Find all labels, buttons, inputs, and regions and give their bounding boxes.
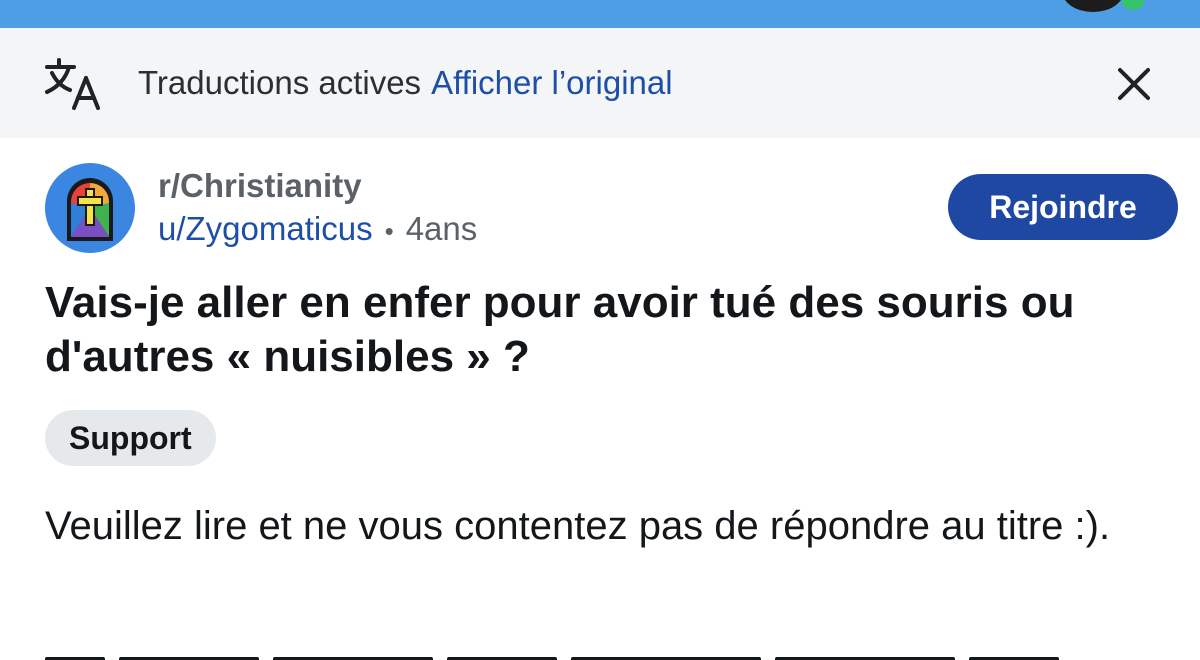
post-body: Veuillez lire et ne vous contentez pas d… <box>45 504 1111 548</box>
subreddit-name[interactable]: r/Christianity <box>158 166 362 206</box>
post-age: 4ans <box>405 210 478 247</box>
online-status-dot <box>1122 0 1144 10</box>
clipped-text-line <box>45 652 1145 660</box>
translate-icon <box>45 58 100 110</box>
translation-status-text: Traductions actives <box>138 64 422 101</box>
close-icon[interactable] <box>1114 64 1154 104</box>
post-title[interactable]: Vais-je aller en enfer pour avoir tué de… <box>45 276 1155 384</box>
join-button[interactable]: Rejoindre <box>948 174 1178 240</box>
post-flair[interactable]: Support <box>45 410 216 466</box>
translation-notice: Traductions actives Afficher l’original <box>138 63 673 103</box>
meta-separator: • <box>384 216 394 246</box>
subreddit-avatar[interactable] <box>45 163 135 253</box>
post-meta: u/Zygomaticus • 4ans <box>158 209 477 251</box>
profile-avatar[interactable] <box>1062 0 1124 12</box>
show-original-link[interactable]: Afficher l’original <box>431 64 673 101</box>
author-link[interactable]: u/Zygomaticus <box>158 210 373 247</box>
top-bar <box>0 0 1200 28</box>
stained-glass-icon <box>67 178 113 241</box>
